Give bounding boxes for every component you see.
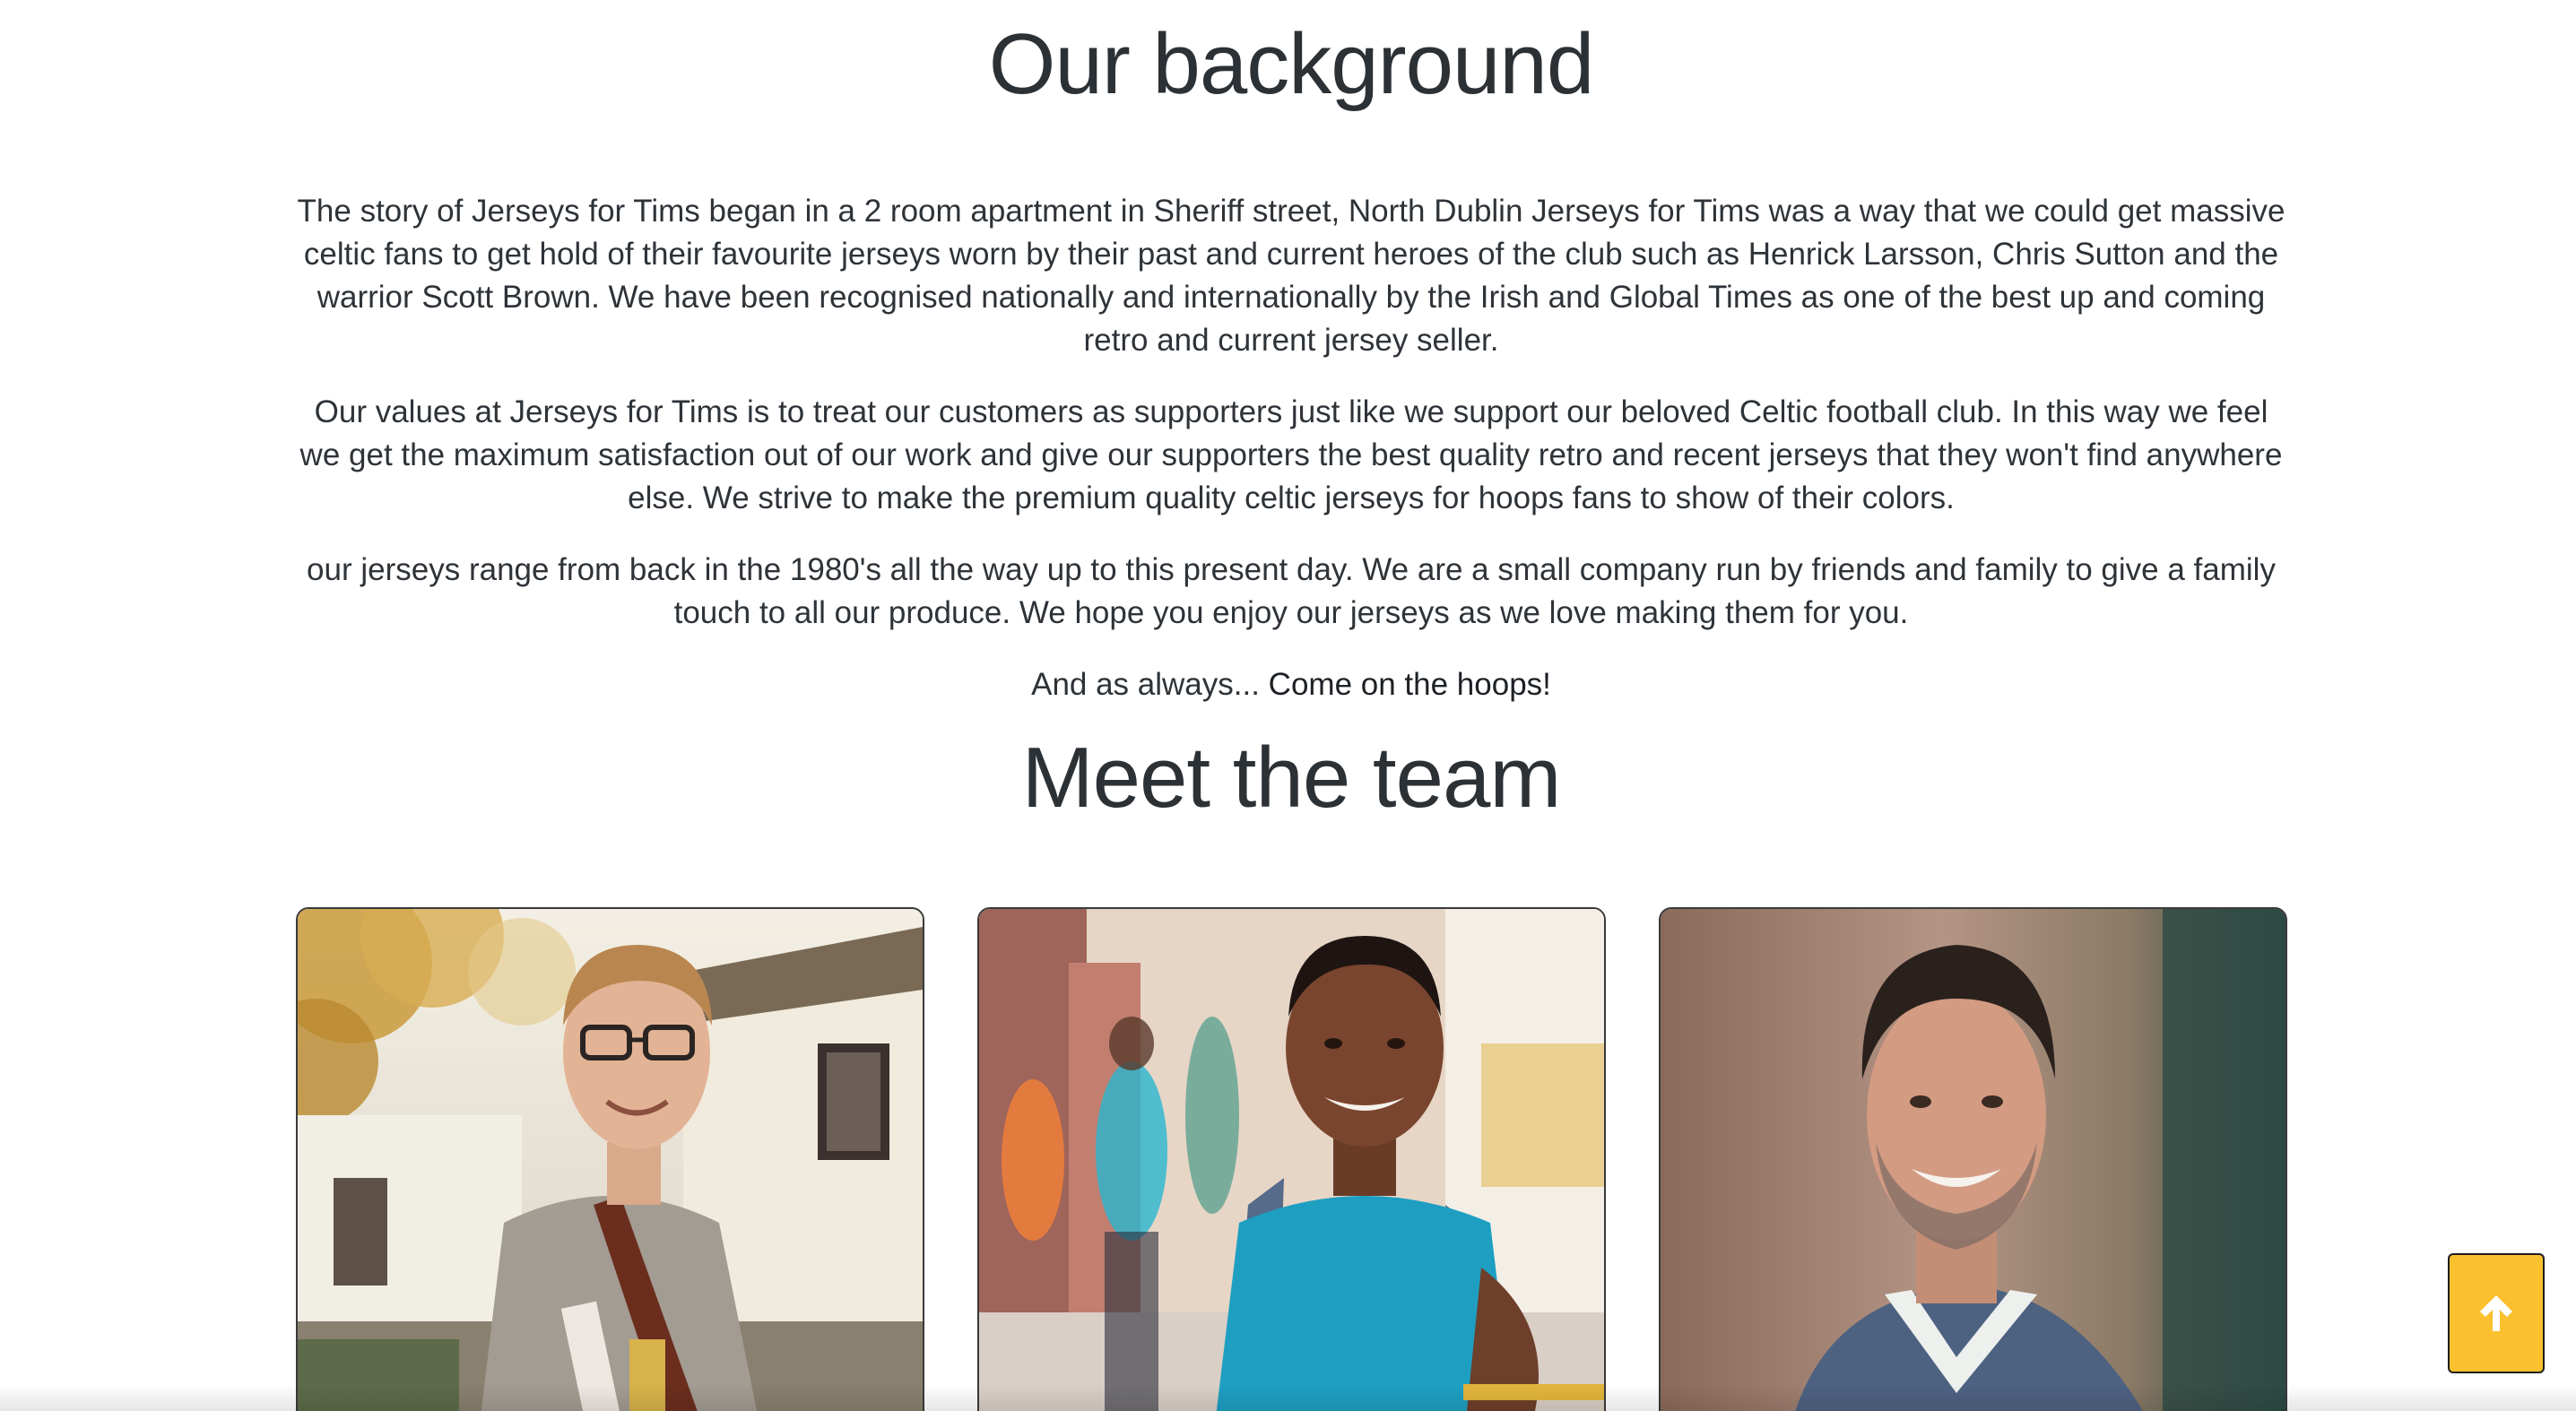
background-heading: Our background — [988, 16, 1594, 112]
background-paragraph: The story of Jerseys for Tims began in a… — [297, 194, 2285, 358]
team-photo-glasses-man — [298, 909, 923, 1411]
team-card — [977, 907, 1606, 1411]
team-card — [296, 907, 924, 1411]
background-text: The story of Jerseys for Tims began in a… — [296, 190, 2286, 735]
arrow-up-icon — [2480, 1295, 2512, 1331]
back-to-top-button[interactable] — [2448, 1253, 2545, 1373]
team-photo-smiling-man-grey-sweater — [1661, 909, 2285, 1411]
background-paragraph: our jerseys range from back in the 1980'… — [307, 552, 2276, 630]
closing-lead: And as always... — [1031, 667, 1260, 702]
team-heading: Meet the team — [1021, 730, 1562, 826]
background-paragraph: Our values at Jerseys for Tims is to tre… — [299, 394, 2283, 515]
page: Our background The story of Jerseys for … — [0, 0, 2576, 1411]
team-photo-young-man-backpack — [979, 909, 1604, 1411]
team-cards — [296, 907, 2287, 1411]
team-card — [1659, 907, 2287, 1411]
closing-emphasis: Come on the hoops! — [1268, 667, 1551, 702]
closing-line: And as always... Come on the hoops! — [296, 663, 2286, 706]
